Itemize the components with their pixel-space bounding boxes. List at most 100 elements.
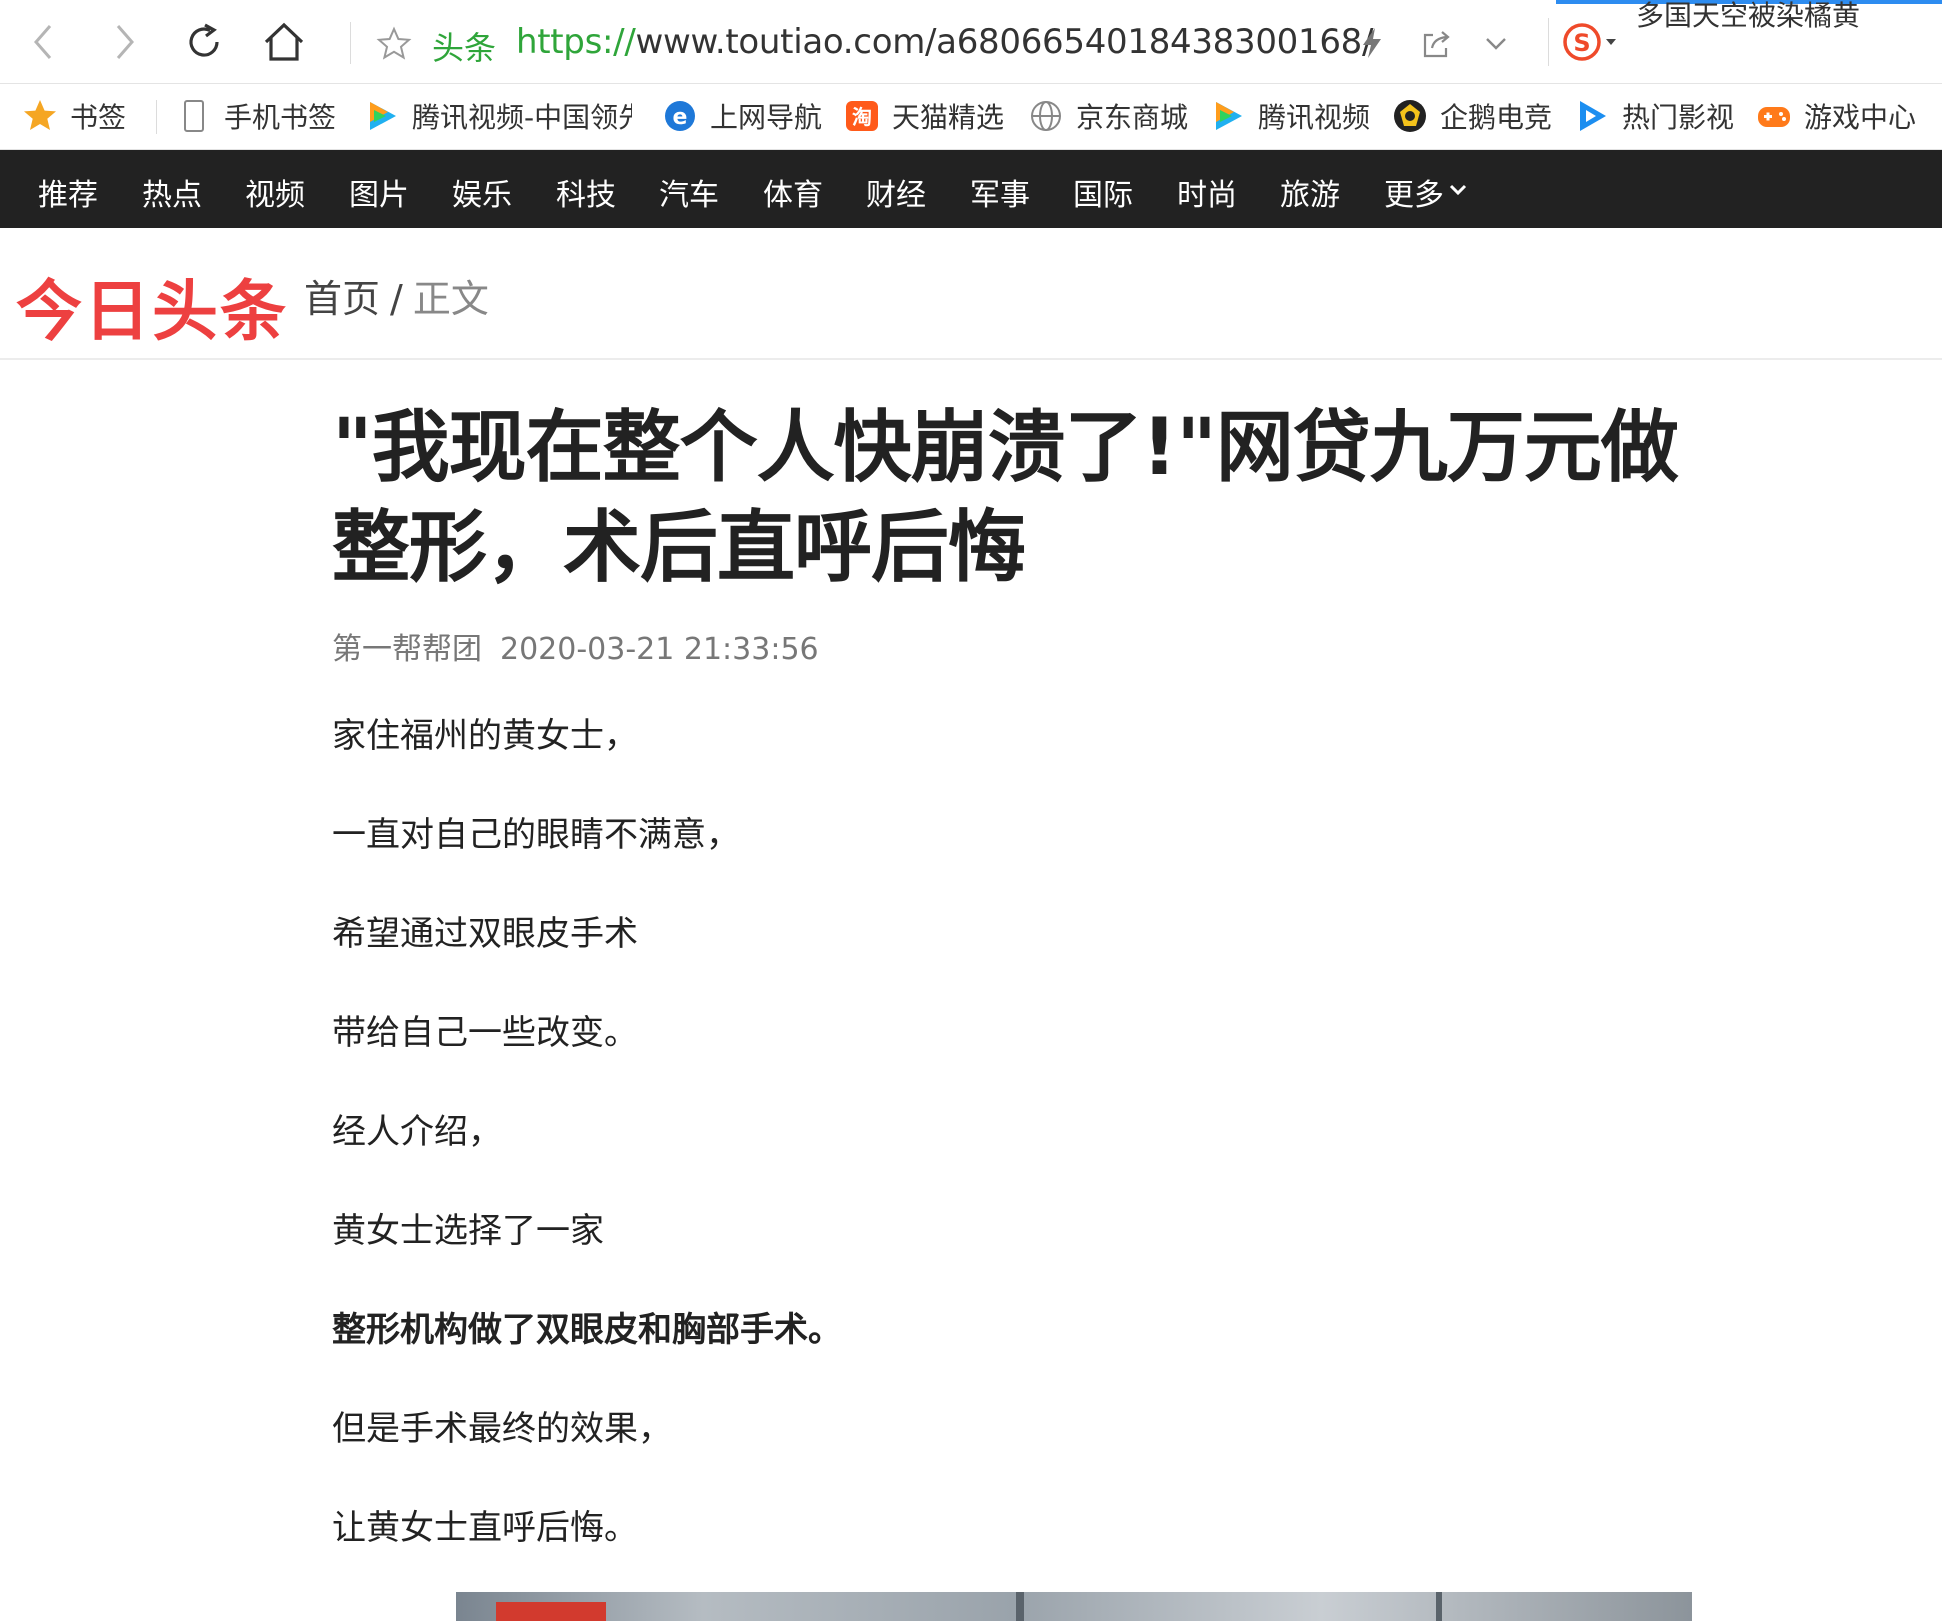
- penguin-esports-icon: [1394, 100, 1426, 132]
- article-paragraph: 一直对自己的眼睛不满意，: [332, 815, 740, 855]
- bookmark-label: 京东商城: [1076, 101, 1189, 134]
- tencent-video-icon: [1216, 102, 1242, 130]
- forward-button[interactable]: [102, 20, 146, 64]
- speed-mode-button[interactable]: [1358, 26, 1386, 60]
- bookmark-item[interactable]: 手机书签: [176, 96, 336, 136]
- channel-nav: 推荐 热点 视频 图片 娱乐 科技 汽车 体育 财经 军事 国际 时尚 旅游 更…: [0, 150, 1942, 228]
- breadcrumb: 首页 / 正文: [304, 268, 489, 323]
- svg-text:S: S: [1573, 29, 1590, 57]
- article-title: "我现在整个人快崩溃了!"网贷九万元做整形，术后直呼后悔: [332, 403, 1679, 593]
- channel-tab[interactable]: 科技: [556, 170, 616, 214]
- globe-icon: [1031, 101, 1061, 131]
- url-scheme: https://: [516, 22, 636, 62]
- chevron-left-icon: [34, 25, 52, 59]
- article-paragraph-bold: 整形机构做了双眼皮和胸部手术。: [332, 1310, 842, 1350]
- browser-toolbar: 头条 https://www.toutiao.com/a680665401843…: [0, 0, 1942, 84]
- star-icon: [24, 100, 56, 130]
- site-header: 今日头条 首页 / 正文: [0, 228, 1942, 360]
- ie-icon: e: [665, 101, 695, 131]
- share-button[interactable]: [1420, 28, 1452, 60]
- breadcrumb-current: 正文: [412, 277, 489, 321]
- article-paragraph: 但是手术最终的效果，: [332, 1409, 672, 1449]
- phone-icon: [184, 100, 204, 132]
- article-meta: 第一帮帮团 2020-03-21 21:33:56: [332, 624, 1752, 668]
- toolbar-divider: [350, 22, 351, 64]
- article-paragraph: 让黄女士直呼后悔。: [332, 1508, 638, 1548]
- channel-tab[interactable]: 军事: [970, 170, 1030, 214]
- sogou-logo-icon: S: [1563, 23, 1616, 61]
- search-engine-button[interactable]: S: [1562, 20, 1622, 64]
- home-button[interactable]: [262, 20, 306, 64]
- address-site-label: 头条: [432, 29, 497, 67]
- channel-tab[interactable]: 汽车: [659, 170, 719, 214]
- bookmark-item[interactable]: 热门影视: [1574, 96, 1734, 136]
- article-paragraph: 带给自己一些改变。: [332, 1013, 638, 1053]
- bookmark-label: 热门影视: [1622, 101, 1735, 134]
- share-icon: [1423, 31, 1450, 58]
- bookmark-label: 腾讯视频-中国领先: [412, 101, 632, 134]
- reload-icon: [189, 23, 219, 57]
- back-button[interactable]: [22, 20, 66, 64]
- bookmark-item[interactable]: 游戏中心: [1756, 96, 1916, 136]
- bookmark-item[interactable]: 淘 天猫精选: [844, 96, 1004, 136]
- article-paragraph: 希望通过双眼皮手术: [332, 914, 638, 954]
- breadcrumb-home[interactable]: 首页: [304, 277, 380, 321]
- star-outline-icon: [376, 26, 412, 60]
- play-icon: [1580, 101, 1606, 131]
- article-source[interactable]: 第一帮帮团: [332, 632, 482, 667]
- gamepad-icon: [1758, 107, 1790, 127]
- svg-text:e: e: [673, 105, 688, 130]
- address-dropdown-button[interactable]: [1482, 32, 1510, 56]
- channel-tab[interactable]: 体育: [763, 170, 823, 214]
- chevron-right-icon: [116, 25, 134, 59]
- address-bar[interactable]: https://www.toutiao.com/a680665401843830…: [516, 22, 1373, 62]
- bookmark-item[interactable]: 京东商城: [1028, 96, 1188, 136]
- channel-tab[interactable]: 旅游: [1280, 170, 1340, 214]
- channel-tab[interactable]: 国际: [1073, 170, 1133, 214]
- channel-tab[interactable]: 娱乐: [452, 170, 512, 214]
- bookmarks-bar: 书签 手机书签 腾讯视频-中国领先 e 上网导航 淘 天猫精选 京东商城 腾讯视…: [0, 84, 1942, 150]
- tencent-video-icon: [370, 102, 396, 130]
- bookmark-label: 书签: [70, 101, 127, 134]
- image-detail: [1436, 1592, 1442, 1621]
- bookmark-item[interactable]: e 上网导航: [662, 96, 822, 136]
- bookmark-label: 手机书签: [224, 101, 337, 134]
- channel-tab[interactable]: 热点: [142, 170, 202, 214]
- site-logo[interactable]: 今日头条: [16, 258, 288, 354]
- reload-button[interactable]: [183, 20, 227, 64]
- article-header: "我现在整个人快崩溃了!"网贷九万元做整形，术后直呼后悔 第一帮帮团 2020-0…: [332, 398, 1752, 668]
- favorite-button[interactable]: [376, 26, 412, 62]
- channel-tab[interactable]: 时尚: [1177, 170, 1237, 214]
- channel-tab[interactable]: 财经: [866, 170, 926, 214]
- bookmark-item[interactable]: 腾讯视频-中国领先: [364, 96, 632, 136]
- home-icon: [264, 22, 304, 61]
- tmall-icon: 淘: [846, 101, 878, 131]
- article-paragraph: 家住福州的黄女士，: [332, 716, 638, 756]
- bookmark-label: 游戏中心: [1804, 101, 1917, 134]
- lightning-icon: [1363, 28, 1381, 58]
- bookmark-label: 上网导航: [710, 101, 823, 134]
- hot-search-text[interactable]: 多国天空被染橘黄: [1636, 0, 1860, 34]
- channel-tab[interactable]: 视频: [245, 170, 305, 214]
- bookmark-label: 天猫精选: [892, 101, 1005, 134]
- channel-tab[interactable]: 图片: [349, 170, 409, 214]
- url-text: www.toutiao.com/a6806654018438300168/: [635, 22, 1374, 62]
- chevron-down-icon: [1486, 38, 1506, 50]
- article-image[interactable]: [456, 1592, 1692, 1621]
- channel-more[interactable]: 更多: [1384, 170, 1444, 214]
- image-detail: [496, 1602, 606, 1621]
- article-datetime: 2020-03-21 21:33:56: [500, 632, 819, 667]
- svg-text:淘: 淘: [852, 105, 872, 129]
- toolbar-divider: [1548, 18, 1549, 66]
- article-paragraph: 黄女士选择了一家: [332, 1211, 604, 1251]
- breadcrumb-separator: /: [390, 277, 403, 321]
- image-detail: [1016, 1592, 1024, 1621]
- bookmarks-divider: [156, 100, 157, 134]
- bookmark-label: 腾讯视频: [1258, 101, 1371, 134]
- bookmark-item[interactable]: 书签: [22, 96, 126, 136]
- bookmark-item[interactable]: 腾讯视频: [1210, 96, 1370, 136]
- chevron-down-icon: [1449, 184, 1467, 196]
- bookmark-label: 企鹅电竞: [1440, 101, 1553, 134]
- bookmark-item[interactable]: 企鹅电竞: [1392, 96, 1552, 136]
- channel-tab[interactable]: 推荐: [38, 170, 98, 214]
